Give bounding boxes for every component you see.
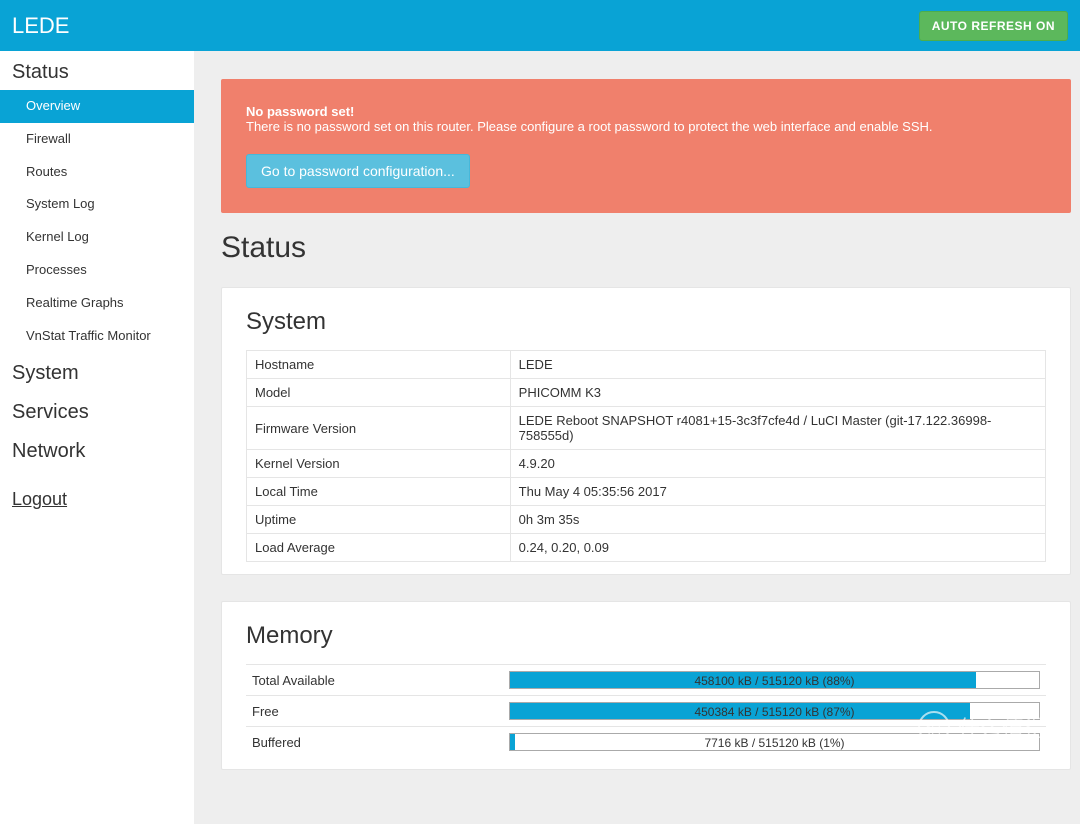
memory-text: 7716 kB / 515120 kB (1%): [510, 734, 1039, 752]
memory-label: Buffered: [246, 735, 509, 750]
table-value: 0h 3m 35s: [510, 506, 1045, 534]
auto-refresh-button[interactable]: AUTO REFRESH ON: [919, 11, 1068, 41]
table-row: Uptime0h 3m 35s: [247, 506, 1046, 534]
sidebar: Status OverviewFirewallRoutesSystem LogK…: [0, 51, 195, 824]
memory-label: Total Available: [246, 673, 509, 688]
sidebar-item-kernel-log[interactable]: Kernel Log: [0, 221, 194, 254]
table-value: LEDE Reboot SNAPSHOT r4081+15-3c3f7cfe4d…: [510, 407, 1045, 450]
table-value: LEDE: [510, 351, 1045, 379]
memory-row: Total Available458100 kB / 515120 kB (88…: [246, 664, 1046, 695]
main-content: No password set! There is no password se…: [195, 51, 1080, 824]
alert-title: No password set!: [246, 104, 1046, 119]
memory-label: Free: [246, 704, 509, 719]
table-row: Firmware VersionLEDE Reboot SNAPSHOT r40…: [247, 407, 1046, 450]
table-key: Firmware Version: [247, 407, 511, 450]
memory-bar: 7716 kB / 515120 kB (1%): [509, 733, 1040, 751]
no-password-alert: No password set! There is no password se…: [221, 79, 1071, 213]
memory-row: Free450384 kB / 515120 kB (87%): [246, 695, 1046, 726]
sidebar-heading-system[interactable]: System: [0, 352, 194, 391]
table-key: Hostname: [247, 351, 511, 379]
sidebar-item-overview[interactable]: Overview: [0, 90, 194, 123]
table-key: Load Average: [247, 534, 511, 562]
system-table: HostnameLEDEModelPHICOMM K3Firmware Vers…: [246, 350, 1046, 562]
table-key: Local Time: [247, 478, 511, 506]
alert-body: There is no password set on this router.…: [246, 119, 1046, 134]
memory-bar: 458100 kB / 515120 kB (88%): [509, 671, 1040, 689]
password-config-button[interactable]: Go to password configuration...: [246, 154, 470, 188]
sidebar-item-vnstat-traffic-monitor[interactable]: VnStat Traffic Monitor: [0, 320, 194, 353]
memory-panel: Memory Total Available458100 kB / 515120…: [221, 601, 1071, 770]
memory-row: Buffered7716 kB / 515120 kB (1%): [246, 726, 1046, 757]
memory-panel-heading: Memory: [246, 622, 1046, 650]
sidebar-heading-services[interactable]: Services: [0, 391, 194, 430]
table-row: Kernel Version4.9.20: [247, 450, 1046, 478]
memory-text: 450384 kB / 515120 kB (87%): [510, 703, 1039, 721]
table-row: Local TimeThu May 4 05:35:56 2017: [247, 478, 1046, 506]
sidebar-heading-network[interactable]: Network: [0, 430, 194, 469]
brand-logo: LEDE: [12, 13, 69, 39]
sidebar-item-system-log[interactable]: System Log: [0, 188, 194, 221]
system-panel-heading: System: [246, 308, 1046, 336]
memory-text: 458100 kB / 515120 kB (88%): [510, 672, 1039, 690]
table-value: Thu May 4 05:35:56 2017: [510, 478, 1045, 506]
table-row: Load Average0.24, 0.20, 0.09: [247, 534, 1046, 562]
sidebar-item-realtime-graphs[interactable]: Realtime Graphs: [0, 287, 194, 320]
table-key: Model: [247, 379, 511, 407]
table-key: Uptime: [247, 506, 511, 534]
table-row: ModelPHICOMM K3: [247, 379, 1046, 407]
sidebar-item-routes[interactable]: Routes: [0, 156, 194, 189]
table-value: PHICOMM K3: [510, 379, 1045, 407]
logout-link[interactable]: Logout: [0, 469, 194, 516]
topbar: LEDE AUTO REFRESH ON: [0, 0, 1080, 51]
table-value: 4.9.20: [510, 450, 1045, 478]
sidebar-item-processes[interactable]: Processes: [0, 254, 194, 287]
sidebar-item-firewall[interactable]: Firewall: [0, 123, 194, 156]
page-title: Status: [221, 231, 1071, 265]
sidebar-heading-status[interactable]: Status: [0, 51, 194, 90]
memory-bar: 450384 kB / 515120 kB (87%): [509, 702, 1040, 720]
table-row: HostnameLEDE: [247, 351, 1046, 379]
table-key: Kernel Version: [247, 450, 511, 478]
table-value: 0.24, 0.20, 0.09: [510, 534, 1045, 562]
system-panel: System HostnameLEDEModelPHICOMM K3Firmwa…: [221, 287, 1071, 575]
